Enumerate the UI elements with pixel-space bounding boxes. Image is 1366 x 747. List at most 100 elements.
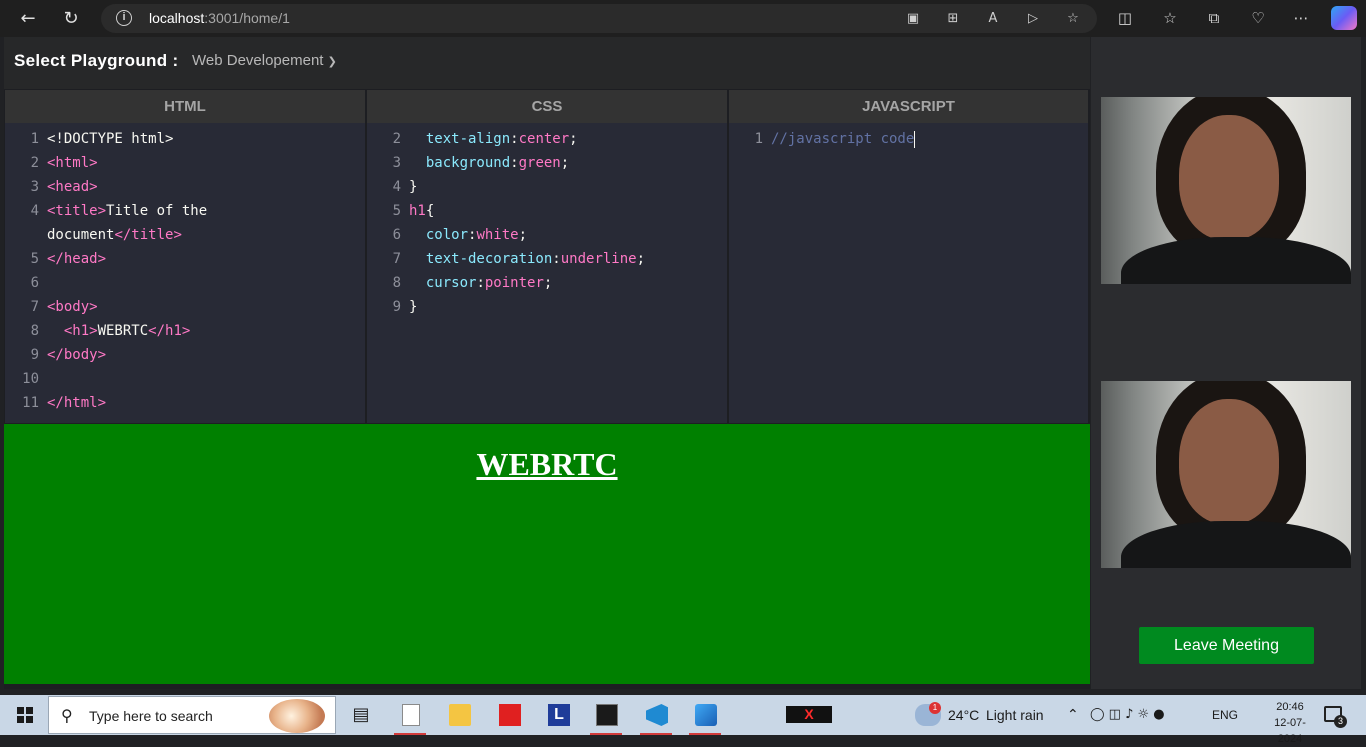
remote-video	[1101, 97, 1351, 284]
code-line: 8 <h1>WEBRTC</h1>	[5, 319, 365, 343]
back-icon[interactable]: ←	[15, 6, 41, 32]
code-token: </head>	[47, 251, 107, 267]
code-token: <head>	[47, 179, 98, 195]
line-number: 8	[30, 323, 39, 339]
code-token: ;	[560, 155, 570, 171]
code-token: pointer	[484, 275, 544, 291]
clock-date: 12-07-2024	[1274, 717, 1306, 745]
code-token: text-align	[409, 131, 511, 147]
language-indicator[interactable]: ENG	[1212, 695, 1238, 735]
code-token: ;	[518, 227, 528, 243]
notification-count: 3	[1334, 715, 1347, 728]
code-line: 8 cursor:pointer;	[367, 271, 727, 295]
line-number: 6	[392, 227, 401, 243]
code-line: 9}	[367, 295, 727, 319]
windows-start-icon[interactable]	[17, 707, 33, 723]
code-line: 7 <body>	[5, 295, 365, 319]
code-line: 7 text-decoration:underline;	[367, 247, 727, 271]
collections-icon[interactable]: ⧉	[1204, 8, 1224, 28]
camera-icon[interactable]: ▣	[905, 11, 921, 27]
copilot-icon[interactable]	[1331, 6, 1357, 30]
html-editor-title: HTML	[5, 90, 365, 123]
line-number: 11	[22, 395, 39, 411]
recording-indicator[interactable]: X	[786, 706, 832, 723]
weather-badge: 1	[929, 702, 941, 714]
refresh-icon[interactable]: ↻	[58, 6, 84, 32]
javascript-code-editor[interactable]: 1 //javascript code	[729, 123, 1088, 423]
weather-temp[interactable]: 24°C	[948, 695, 979, 735]
code-token: document	[47, 227, 115, 243]
task-view-icon[interactable]: ▤	[340, 699, 380, 735]
preview-heading[interactable]: WEBRTC	[4, 446, 1090, 483]
css-code-editor[interactable]: 1{2 text-align:center;3 background:green…	[367, 123, 727, 423]
code-line: 5 h1{	[367, 199, 727, 223]
code-token: :	[510, 155, 519, 171]
code-token: text-decoration	[409, 251, 553, 267]
more-icon[interactable]: ⋯	[1291, 8, 1311, 28]
code-line: 5 </head>	[5, 247, 365, 271]
code-token: }	[409, 179, 418, 195]
code-token: <title>	[47, 203, 107, 219]
favorites-icon[interactable]: ☆	[1160, 8, 1180, 28]
code-token: white	[476, 227, 519, 243]
url-text: localhost:3001/home/1	[149, 10, 290, 26]
playground-header: Select Playground : Web Developement ❯	[4, 37, 1090, 89]
code-token: {	[425, 203, 435, 219]
line-number: 4	[30, 203, 39, 219]
playground-select[interactable]: Web Developement ❯	[192, 52, 337, 69]
code-line: 1 //javascript code	[729, 127, 1088, 151]
file-explorer-icon[interactable]	[439, 699, 479, 735]
code-line: 10	[5, 367, 365, 391]
code-line: 3 <head>	[5, 175, 365, 199]
chevron-down-icon: ❯	[327, 55, 337, 68]
code-line: 4 <title>Title of the	[5, 199, 365, 223]
windows-taskbar: ⚲ Type here to search ▤ L X 1 24°C Light…	[0, 695, 1366, 745]
taskbar-clock[interactable]: 20:46 12-07-2024	[1262, 699, 1318, 747]
code-token: ;	[569, 131, 578, 147]
line-number: 2	[392, 131, 401, 147]
l-app-icon[interactable]: L	[538, 699, 578, 735]
split-screen-icon[interactable]: ◫	[1115, 8, 1135, 28]
code-token: ;	[636, 251, 646, 267]
line-number: 5	[392, 203, 401, 219]
notepad-app-icon[interactable]	[390, 699, 430, 735]
local-video	[1101, 381, 1351, 568]
address-bar[interactable]: i localhost:3001/home/1 ▣ ⊞ A ▷ ☆	[101, 4, 1097, 33]
page-title: Select Playground :	[14, 51, 179, 70]
vscode-icon[interactable]	[636, 699, 676, 735]
code-token: green	[518, 155, 561, 171]
apps-icon[interactable]: ⊞	[945, 11, 961, 27]
line-number: 2	[30, 155, 39, 171]
read-aloud-icon[interactable]: A	[985, 11, 1001, 27]
html-code-editor[interactable]: 1 <!DOCTYPE html> 2 <html> 3 <head> 4 <title>Ti…	[5, 123, 365, 423]
browser-toolbar: ← ↻ i localhost:3001/home/1 ▣ ⊞ A ▷ ☆ ◫ …	[0, 0, 1366, 37]
code-token: </title>	[114, 227, 182, 243]
line-number: 7	[392, 251, 401, 267]
leave-meeting-button[interactable]: Leave Meeting	[1139, 627, 1314, 664]
terminal-icon[interactable]	[586, 699, 626, 735]
code-line: 6	[5, 271, 365, 295]
code-token: background	[409, 155, 511, 171]
taskbar-search[interactable]: ⚲ Type here to search	[48, 696, 336, 734]
code-token: Title of the	[106, 203, 208, 219]
code-token: color	[409, 227, 469, 243]
code-token: </body>	[47, 347, 107, 363]
immersive-reader-icon[interactable]: ▷	[1025, 11, 1041, 27]
red-app-icon[interactable]	[489, 699, 529, 735]
code-line: 3 background:green;	[367, 151, 727, 175]
search-highlight-image	[269, 699, 325, 733]
photos-icon[interactable]	[685, 699, 725, 735]
code-line: document</title>	[5, 223, 365, 247]
weather-text[interactable]: Light rain	[986, 695, 1044, 735]
chevron-up-icon[interactable]: ⌃	[1067, 695, 1079, 735]
search-icon: ⚲	[61, 706, 73, 725]
code-token: </h1>	[148, 323, 191, 339]
playground-app: Select Playground : Web Developement ❯ H…	[4, 37, 1090, 689]
favorite-star-icon[interactable]: ☆	[1065, 11, 1081, 27]
info-icon[interactable]: i	[116, 10, 132, 26]
browser-essentials-icon[interactable]: ♡	[1248, 8, 1268, 28]
tray-icons[interactable]: ◯ ◫ ♪ ☼ ●	[1090, 695, 1165, 735]
line-number: 3	[30, 179, 39, 195]
line-number: 1	[30, 131, 39, 147]
code-token: <h1>	[47, 323, 98, 339]
